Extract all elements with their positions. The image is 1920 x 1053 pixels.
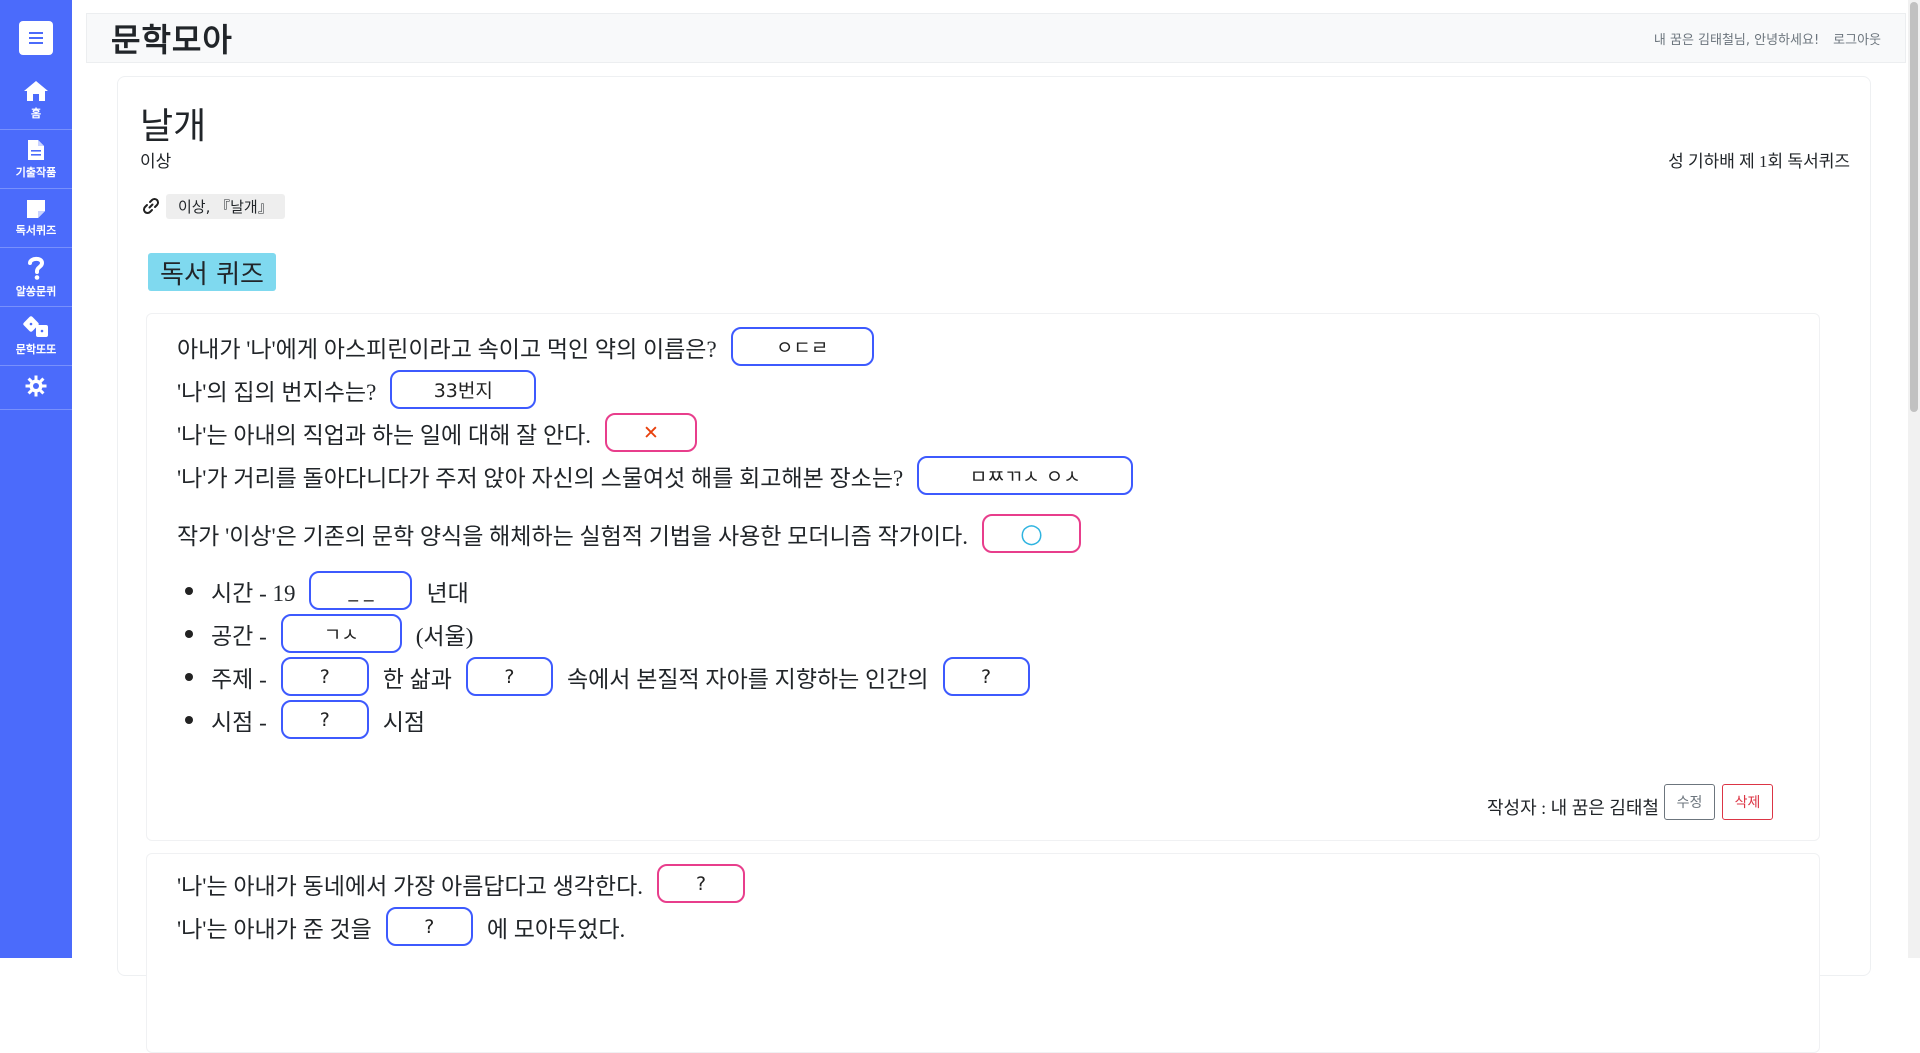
answer-box[interactable]: ㅇㄷㄹ: [730, 327, 874, 366]
bullet-label: 주제 -: [211, 666, 267, 692]
answer-box[interactable]: 33번지: [390, 370, 537, 409]
bullet-text: 한 삶과: [382, 666, 452, 692]
bullet-suffix: 년대: [426, 580, 469, 606]
bullet-label: 시간 - 19: [211, 580, 296, 606]
sidebar-item-lotto[interactable]: 문학또또: [0, 307, 72, 366]
brand-logo[interactable]: 문학모아: [111, 15, 233, 61]
logout-link[interactable]: 로그아웃: [1833, 29, 1881, 48]
sidebar-item-label: 문학또또: [15, 342, 57, 356]
quiz-question: '나'는 아내가 동네에서 가장 아름답다고 생각한다. ?: [177, 864, 759, 903]
document-icon: [28, 139, 44, 160]
dice-icon: [23, 315, 48, 337]
question-text: '나'는 아내가 동네에서 가장 아름답다고 생각한다.: [177, 873, 643, 899]
edit-button[interactable]: 수정: [1664, 784, 1715, 820]
answer-box[interactable]: ?: [280, 700, 369, 739]
bullet-dot: [185, 586, 193, 595]
sidebar-item-label: 기출작품: [15, 165, 57, 179]
bullet-time: 시간 - 19 _ _ 년대: [185, 571, 469, 610]
sidebar-item-home[interactable]: 홈: [0, 71, 72, 130]
home-icon: [24, 80, 48, 101]
sidebar-item-label: 독서퀴즈: [15, 223, 57, 237]
bullet-space: 공간 - ㄱㅅ (서울): [185, 614, 473, 653]
answer-box[interactable]: ㄱㅅ: [280, 614, 402, 653]
bullet-text: 속에서 본질적 자아를 지향하는 인간의: [566, 666, 929, 692]
question-text: 아내가 '나'에게 아스피린이라고 속이고 먹인 약의 이름은?: [177, 336, 717, 362]
sidebar-item-reading-quiz[interactable]: 독서퀴즈: [0, 189, 72, 248]
page-title: 날개: [140, 106, 207, 146]
author-name: 이상: [140, 152, 172, 171]
quiz-source: 성 기하배 제 1회 독서퀴즈: [1668, 152, 1850, 171]
quiz-question: '나'가 거리를 돌아다니다가 주저 앉아 자신의 스물여섯 해를 회고해본 장…: [177, 456, 1147, 495]
bullet-dot: [185, 629, 193, 638]
sidebar-item-quiz-game[interactable]: 알쏭문퀴: [0, 248, 72, 307]
ox-answer-box[interactable]: ✕: [605, 413, 698, 452]
answer-box[interactable]: ?: [465, 657, 553, 696]
user-area: 내 꿈은 김태철님, 안녕하세요! 로그아웃: [1654, 29, 1881, 48]
question-suffix: 에 모아두었다.: [486, 916, 626, 942]
note-icon: [27, 199, 45, 218]
quiz-question: '나'는 아내의 직업과 하는 일에 대해 잘 안다. ✕: [177, 413, 711, 452]
scrollbar-thumb[interactable]: [1910, 2, 1918, 412]
gear-icon: [25, 375, 47, 397]
bullet-pov: 시점 - ? 시점: [185, 700, 425, 739]
answer-box[interactable]: ㅁㅉㄲㅅ ㅇㅅ: [917, 456, 1134, 495]
quiz-question: 아내가 '나'에게 아스피린이라고 속이고 먹인 약의 이름은? ㅇㄷㄹ: [177, 327, 888, 366]
reference-chip[interactable]: 이상, 『날개』: [166, 193, 285, 219]
bullet-dot: [185, 715, 193, 724]
sidebar-item-past-works[interactable]: 기출작품: [0, 130, 72, 189]
sidebar-item-settings[interactable]: [0, 366, 72, 410]
sidebar: 홈 기출작품 독서퀴즈 알쏭문퀴 문학또또: [0, 0, 72, 958]
quiz-author: 작성자 : 내 꿈은 김태철: [1486, 798, 1659, 818]
page-scrollbar[interactable]: [1908, 0, 1920, 958]
bullet-suffix: 시점: [382, 709, 426, 735]
question-text: '나'는 아내가 준 것을: [177, 916, 372, 942]
quiz-card: 아내가 '나'에게 아스피린이라고 속이고 먹인 약의 이름은? ㅇㄷㄹ '나'…: [146, 313, 1820, 841]
sidebar-item-label: 알쏭문퀴: [15, 284, 57, 298]
bullet-dot: [185, 672, 193, 681]
section-title: 독서 퀴즈: [148, 253, 276, 291]
sidebar-item-label: 홈: [30, 106, 42, 120]
top-header: 문학모아 내 꿈은 김태철님, 안녕하세요! 로그아웃: [86, 13, 1906, 63]
answer-box[interactable]: ?: [280, 657, 369, 696]
quiz-card: '나'는 아내가 동네에서 가장 아름답다고 생각한다. ? '나'는 아내가 …: [146, 853, 1820, 1053]
bullet-theme: 주제 - ? 한 삶과 ? 속에서 본질적 자아를 지향하는 인간의 ?: [185, 657, 1044, 696]
answer-box[interactable]: ?: [942, 657, 1030, 696]
question-text: '나'의 집의 번지수는?: [177, 379, 377, 405]
delete-button[interactable]: 삭제: [1722, 784, 1773, 820]
quiz-question: 작가 '이상'은 기존의 문학 양식을 해체하는 실험적 기법을 사용한 모더니…: [177, 514, 1095, 553]
quiz-question: '나'의 집의 번지수는? 33번지: [177, 370, 550, 409]
menu-toggle-button[interactable]: [19, 21, 53, 55]
bullet-label: 시점 -: [211, 709, 267, 735]
hamburger-icon: [29, 32, 43, 44]
answer-box[interactable]: _ _: [309, 571, 413, 610]
ox-answer-box[interactable]: ○: [981, 514, 1081, 553]
question-text: '나'가 거리를 돌아다니다가 주저 앉아 자신의 스물여섯 해를 회고해본 장…: [177, 465, 904, 491]
answer-box[interactable]: ?: [385, 907, 473, 946]
work-card: 날개 이상 성 기하배 제 1회 독서퀴즈 이상, 『날개』 독서 퀴즈 아내가…: [117, 76, 1871, 1053]
question-text: 작가 '이상'은 기존의 문학 양식을 해체하는 실험적 기법을 사용한 모더니…: [177, 523, 968, 549]
question-icon: [28, 256, 44, 280]
link-icon: [142, 197, 160, 215]
reference-link[interactable]: 이상, 『날개』: [142, 193, 285, 219]
bullet-label: 공간 -: [211, 623, 267, 649]
ox-answer-box[interactable]: ?: [657, 864, 745, 903]
quiz-question: '나'는 아내가 준 것을 ? 에 모아두었다.: [177, 907, 625, 946]
question-text: '나'는 아내의 직업과 하는 일에 대해 잘 안다.: [177, 422, 592, 448]
greeting-text: 내 꿈은 김태철님, 안녕하세요!: [1653, 32, 1820, 48]
bullet-suffix: (서울): [415, 623, 474, 649]
